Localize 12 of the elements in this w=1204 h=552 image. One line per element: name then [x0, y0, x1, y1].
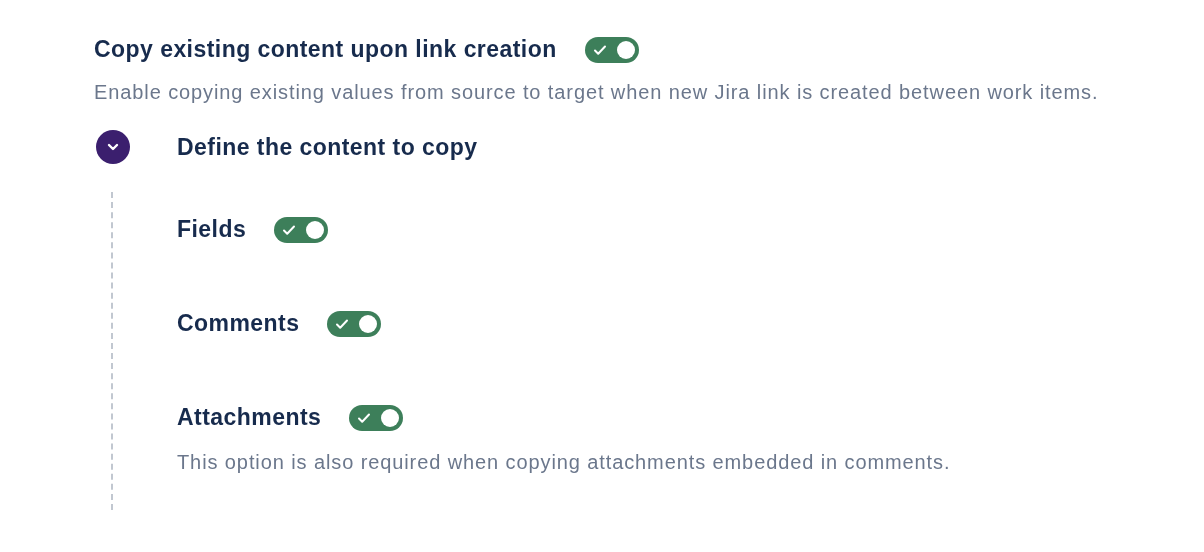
option-label: Comments — [177, 310, 300, 337]
setting-description: Enable copying existing values from source to target when new Jira link is created between work items. — [94, 81, 1100, 104]
option-label: Fields — [177, 216, 247, 243]
toggle-switch[interactable] — [584, 36, 639, 63]
option-note: This option is also required when copying attachments embedded in comments. — [177, 451, 951, 474]
section-title: Define the content to copy — [177, 133, 478, 161]
toggle-switch[interactable] — [274, 216, 329, 243]
toggle-switch[interactable] — [349, 404, 404, 431]
toggle-switch[interactable] — [327, 310, 382, 337]
chevron-down-icon[interactable] — [96, 130, 130, 164]
setting-title: Copy existing content upon link creation — [94, 36, 557, 63]
option-label: Attachments — [177, 404, 322, 431]
